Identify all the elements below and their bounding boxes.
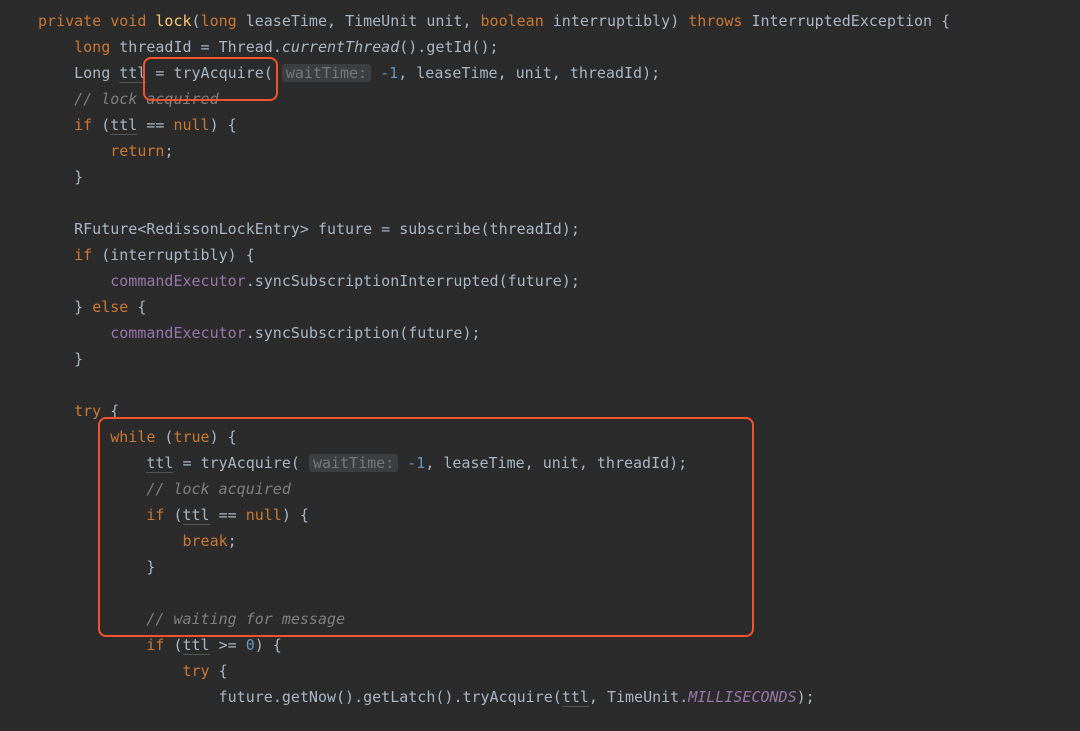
keyword: null [173,116,209,134]
code-line: } else { [38,294,1080,320]
param: interruptibly [553,12,670,30]
param-hint: waitTime: [309,454,398,472]
var: ttl [183,506,210,525]
code-line: } [38,554,1080,580]
code-line: RFuture<RedissonLockEntry> future = subs… [38,216,1080,242]
keyword: boolean [481,12,544,30]
code-line: if (ttl == null) { [38,112,1080,138]
keyword: null [246,506,282,524]
var: interruptibly [110,246,227,264]
code-line: future.getNow().getLatch().tryAcquire(tt… [38,684,1080,710]
code-line: commandExecutor.syncSubscription(future)… [38,320,1080,346]
keyword: long [201,12,237,30]
number: 0 [246,636,255,654]
blank-line [38,190,1080,216]
comment: // lock acquired [146,480,291,498]
keyword: true [173,428,209,446]
arg: unit [516,64,552,82]
var: future [318,220,372,238]
arg: leaseTime [416,64,497,82]
var: ttl [146,454,173,473]
code-line: Long ttl = tryAcquire( waitTime: -1, lea… [38,60,1080,86]
type: RFuture<RedissonLockEntry> [74,220,309,238]
code-line: private void lock(long leaseTime, TimeUn… [38,8,1080,34]
var: ttl [110,116,137,135]
method: subscribe [399,220,480,238]
code-line: // waiting for message [38,606,1080,632]
code-line: // lock acquired [38,476,1080,502]
comment: // lock acquired [74,90,219,108]
keyword: try [74,402,101,420]
blank-line [38,580,1080,606]
arg: threadId [570,64,642,82]
code-line: return; [38,138,1080,164]
field: commandExecutor [110,272,245,290]
number: -1 [407,454,425,472]
type: TimeUnit [345,12,417,30]
code-line: break; [38,528,1080,554]
method: tryAcquire [201,454,291,472]
blank-line [38,372,1080,398]
method: tryAcquire [462,688,552,706]
method: syncSubscriptionInterrupted [255,272,499,290]
keyword: try [183,662,210,680]
number: -1 [380,64,398,82]
keyword: void [110,12,146,30]
keyword: if [146,636,164,654]
keyword: long [74,38,110,56]
code-line: if (ttl == null) { [38,502,1080,528]
method: currentThread [282,38,399,56]
keyword: else [92,298,128,316]
comment: // waiting for message [146,610,345,628]
keyword: if [74,246,92,264]
method: getId [426,38,471,56]
keyword: return [110,142,164,160]
code-line: if (ttl >= 0) { [38,632,1080,658]
var: threadId [119,38,191,56]
code-line: commandExecutor.syncSubscriptionInterrup… [38,268,1080,294]
type: Long [74,64,110,82]
code-line: try { [38,398,1080,424]
keyword: if [146,506,164,524]
code-line: } [38,346,1080,372]
method: tryAcquire [173,64,263,82]
arg: leaseTime [443,454,524,472]
arg: threadId [597,454,669,472]
constant: MILLISECONDS [688,688,796,706]
keyword: private [38,12,101,30]
type: InterruptedException [751,12,932,30]
var: future [219,688,273,706]
code-line: ttl = tryAcquire( waitTime: -1, leaseTim… [38,450,1080,476]
arg: unit [543,454,579,472]
arg: ttl [562,688,589,707]
class: TimeUnit [607,688,679,706]
param: leaseTime [246,12,327,30]
param: unit [426,12,462,30]
method: getNow [282,688,336,706]
keyword: if [74,116,92,134]
code-line: long threadId = Thread.currentThread().g… [38,34,1080,60]
field: commandExecutor [110,324,245,342]
code-line: } [38,164,1080,190]
var: ttl [119,64,146,83]
code-line: while (true) { [38,424,1080,450]
method: syncSubscription [255,324,400,342]
param-hint: waitTime: [282,64,371,82]
keyword: break [183,532,228,550]
var: ttl [183,636,210,655]
keyword: while [110,428,155,446]
class: Thread [219,38,273,56]
keyword: throws [688,12,742,30]
code-line: if (interruptibly) { [38,242,1080,268]
method: getLatch [363,688,435,706]
method-name: lock [155,12,191,30]
code-line: try { [38,658,1080,684]
code-line: // lock acquired [38,86,1080,112]
